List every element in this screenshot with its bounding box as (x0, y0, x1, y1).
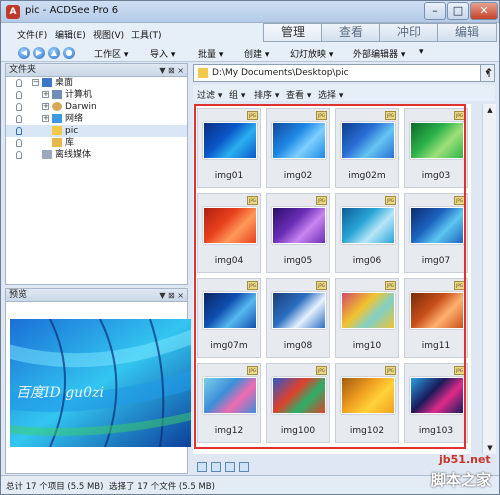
acdsee-window: A pic - ACDSee Pro 6 – □ ✕ 文件(F) 编辑(E) 视… (0, 0, 500, 495)
tree-label: 离线媒体 (55, 150, 92, 160)
tree-expander[interactable]: + (42, 115, 49, 122)
pin-icon[interactable] (16, 79, 22, 87)
tree-label: pic (65, 126, 79, 136)
view-mode-button[interactable]: 查看 ▾ (286, 88, 311, 101)
tree-item-offline-media[interactable]: 离线媒体 (6, 149, 187, 161)
preview-panel: 预览 ▼ ⊠ × 百度ID gu0zi (5, 288, 191, 474)
tab-edit[interactable]: 编辑 (437, 23, 497, 42)
path-up-button[interactable]: ↑ (483, 66, 495, 80)
menu-tools[interactable]: 工具(T) (131, 28, 162, 41)
tree-label: 桌面 (55, 78, 74, 88)
pin-icon[interactable] (16, 127, 22, 135)
select-button[interactable]: 选择 ▾ (318, 88, 343, 101)
tree-item-pic[interactable]: pic (6, 125, 187, 137)
compare-icon[interactable] (239, 462, 249, 472)
menu-view[interactable]: 视图(V) (93, 28, 124, 41)
folder-icon (198, 68, 208, 78)
tab-manage[interactable]: 管理 (263, 23, 323, 42)
import-button[interactable]: 导入 ▾ (150, 47, 175, 60)
tree-label: 计算机 (65, 90, 93, 100)
network-icon (52, 114, 62, 123)
batch-button[interactable]: 批量 ▾ (198, 47, 223, 60)
tree-label: 网络 (65, 114, 84, 124)
create-button[interactable]: 创建 ▾ (244, 47, 269, 60)
pin-icon[interactable] (16, 91, 22, 99)
workspace-button[interactable]: 工作区 ▾ (94, 47, 128, 60)
pin-icon[interactable] (16, 139, 22, 147)
status-total: 总计 17 个项目 (5.5 MB) (6, 482, 104, 492)
brand-watermark: 脚本之家 (431, 471, 492, 489)
close-button[interactable]: ✕ (470, 2, 498, 20)
title-bar: A pic - ACDSee Pro 6 – □ ✕ (1, 1, 499, 23)
rotate-right-icon[interactable] (225, 462, 235, 472)
menu-edit[interactable]: 编辑(E) (55, 28, 86, 41)
refresh-icon[interactable]: ● (63, 47, 75, 59)
status-selected: 选择了 17 个文件 (5.5 MB) (109, 482, 215, 492)
window-title: pic - ACDSee Pro 6 (25, 5, 119, 16)
selection-highlight (194, 104, 466, 449)
maximize-button[interactable]: □ (447, 2, 469, 20)
tree-expander[interactable]: + (42, 103, 49, 110)
folders-panel-title: 文件夹 (9, 65, 37, 75)
offline-media-icon (42, 150, 52, 159)
menu-file[interactable]: 文件(F) (17, 28, 47, 41)
main-toolbar: ◀ ▶ ▲ ● 工作区 ▾ 导入 ▾ 批量 ▾ 创建 ▾ 幻灯放映 ▾ 外部编辑… (1, 45, 499, 62)
pin-icon[interactable] (16, 115, 22, 123)
tree-item-desktop[interactable]: − 桌面 (6, 77, 187, 89)
balloon-preview-image: 百度ID gu0zi (10, 319, 191, 447)
library-icon (52, 138, 62, 147)
filter-bar: 过滤 ▾ 组 ▾ 排序 ▾ 查看 ▾ 选择 ▾ (193, 85, 495, 101)
up-icon[interactable]: ▲ (48, 47, 60, 59)
tree-item-network[interactable]: + 网络 (6, 113, 187, 125)
status-bar: 总计 17 个项目 (5.5 MB) 选择了 17 个文件 (5.5 MB) (1, 475, 499, 494)
scroll-up-icon[interactable]: ▲ (484, 104, 496, 116)
preview-panel-header: 预览 ▼ ⊠ × (6, 289, 187, 302)
preview-watermark: 百度ID gu0zi (16, 385, 104, 401)
desktop-icon (42, 78, 52, 87)
tree-expander[interactable]: − (32, 79, 39, 86)
back-icon[interactable]: ◀ (18, 47, 30, 59)
external-editor-button[interactable]: 外部编辑器 ▾ (353, 47, 405, 60)
path-input[interactable]: D:\My Documents\Desktop\pic (212, 68, 349, 78)
tree-label: 库 (65, 138, 75, 148)
tab-view[interactable]: 查看 (321, 23, 381, 42)
preview-panel-title: 预览 (9, 290, 28, 300)
folder-icon (52, 126, 62, 135)
preview-image: 百度ID gu0zi (10, 319, 191, 447)
group-button[interactable]: 组 ▾ (229, 88, 245, 101)
tree-expander[interactable]: + (42, 91, 49, 98)
preview-panel-controls[interactable]: ▼ ⊠ × (159, 290, 184, 302)
slideshow-button[interactable]: 幻灯放映 ▾ (290, 47, 333, 60)
user-icon (52, 102, 62, 111)
acdsee-app-icon: A (6, 5, 20, 19)
vertical-scrollbar[interactable]: ▲ ▼ (482, 104, 496, 454)
view-toggle-icon[interactable] (197, 462, 207, 472)
forward-icon[interactable]: ▶ (33, 47, 45, 59)
pin-icon[interactable] (16, 151, 22, 159)
site-watermark: jb51.net (439, 453, 491, 466)
computer-icon (52, 90, 62, 99)
pin-icon[interactable] (16, 103, 22, 111)
folders-panel-controls[interactable]: ▼ ⊠ × (159, 65, 184, 77)
folders-panel: 文件夹 ▼ ⊠ × − 桌面 + 计算机 + Darwin + 网络 pic 库… (5, 63, 188, 285)
toolbar-more-button[interactable]: ▾ (419, 47, 424, 57)
tree-item-library[interactable]: 库 (6, 137, 187, 149)
sort-button[interactable]: 排序 ▾ (254, 88, 279, 101)
path-bar[interactable]: D:\My Documents\Desktop\pic ▾ (193, 64, 495, 82)
rotate-left-icon[interactable] (211, 462, 221, 472)
tree-item-computer[interactable]: + 计算机 (6, 89, 187, 101)
folders-panel-header: 文件夹 ▼ ⊠ × (6, 64, 187, 77)
filter-button[interactable]: 过滤 ▾ (197, 88, 222, 101)
tab-develop[interactable]: 冲印 (379, 23, 439, 42)
tree-item-darwin[interactable]: + Darwin (6, 101, 187, 113)
minimize-button[interactable]: – (424, 2, 446, 20)
tree-label: Darwin (65, 102, 97, 112)
